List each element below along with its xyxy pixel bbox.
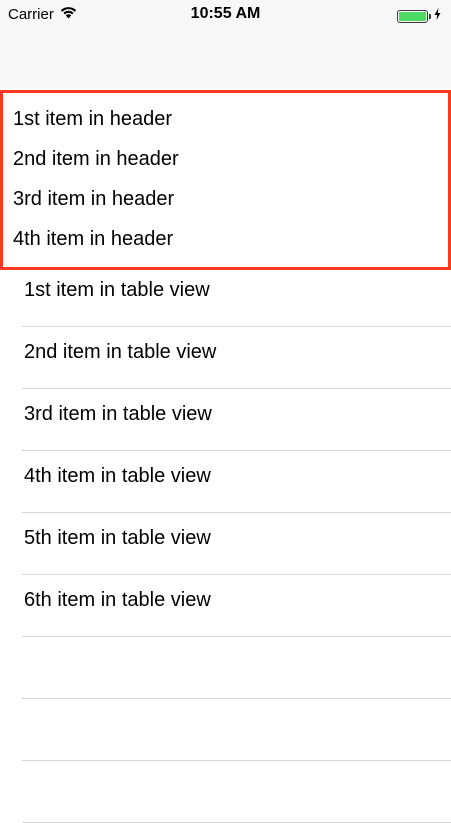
header-item: 3rd item in header	[13, 188, 175, 210]
charging-bolt-icon	[434, 7, 441, 25]
row-label: 5th item in table view	[24, 527, 211, 549]
header-item: 2nd item in header	[13, 148, 179, 170]
status-time: 10:55 AM	[190, 5, 261, 22]
navigation-bar	[0, 30, 451, 88]
table-row[interactable]: 4th item in table view	[22, 451, 451, 513]
battery-cap	[429, 13, 431, 19]
table-rows: 1st item in table view 2nd item in table…	[0, 265, 451, 823]
row-label: 2nd item in table view	[24, 341, 217, 363]
empty-table-row[interactable]	[22, 699, 451, 761]
table-view[interactable]: 1st item in header 2nd item in header 3r…	[0, 88, 451, 823]
table-header: 1st item in header 2nd item in header 3r…	[0, 90, 451, 270]
table-row[interactable]: 6th item in table view	[22, 575, 451, 637]
status-bar: Carrier 10:55 AM	[0, 0, 451, 30]
table-row[interactable]: 3rd item in table view	[22, 389, 451, 451]
battery-fill	[399, 11, 426, 21]
row-label: 4th item in table view	[24, 465, 211, 487]
battery-icon	[397, 9, 428, 23]
table-row[interactable]: 1st item in table view	[22, 265, 451, 327]
row-label: 3rd item in table view	[24, 403, 212, 425]
battery-indicator	[397, 7, 441, 25]
empty-table-row[interactable]	[22, 637, 451, 699]
table-row[interactable]: 2nd item in table view	[22, 327, 451, 389]
row-label: 1st item in table view	[24, 279, 210, 301]
header-item: 1st item in header	[13, 108, 172, 130]
row-label: 6th item in table view	[24, 589, 211, 611]
header-item: 4th item in header	[13, 228, 174, 250]
table-row[interactable]: 5th item in table view	[22, 513, 451, 575]
empty-table-row[interactable]	[22, 761, 451, 823]
